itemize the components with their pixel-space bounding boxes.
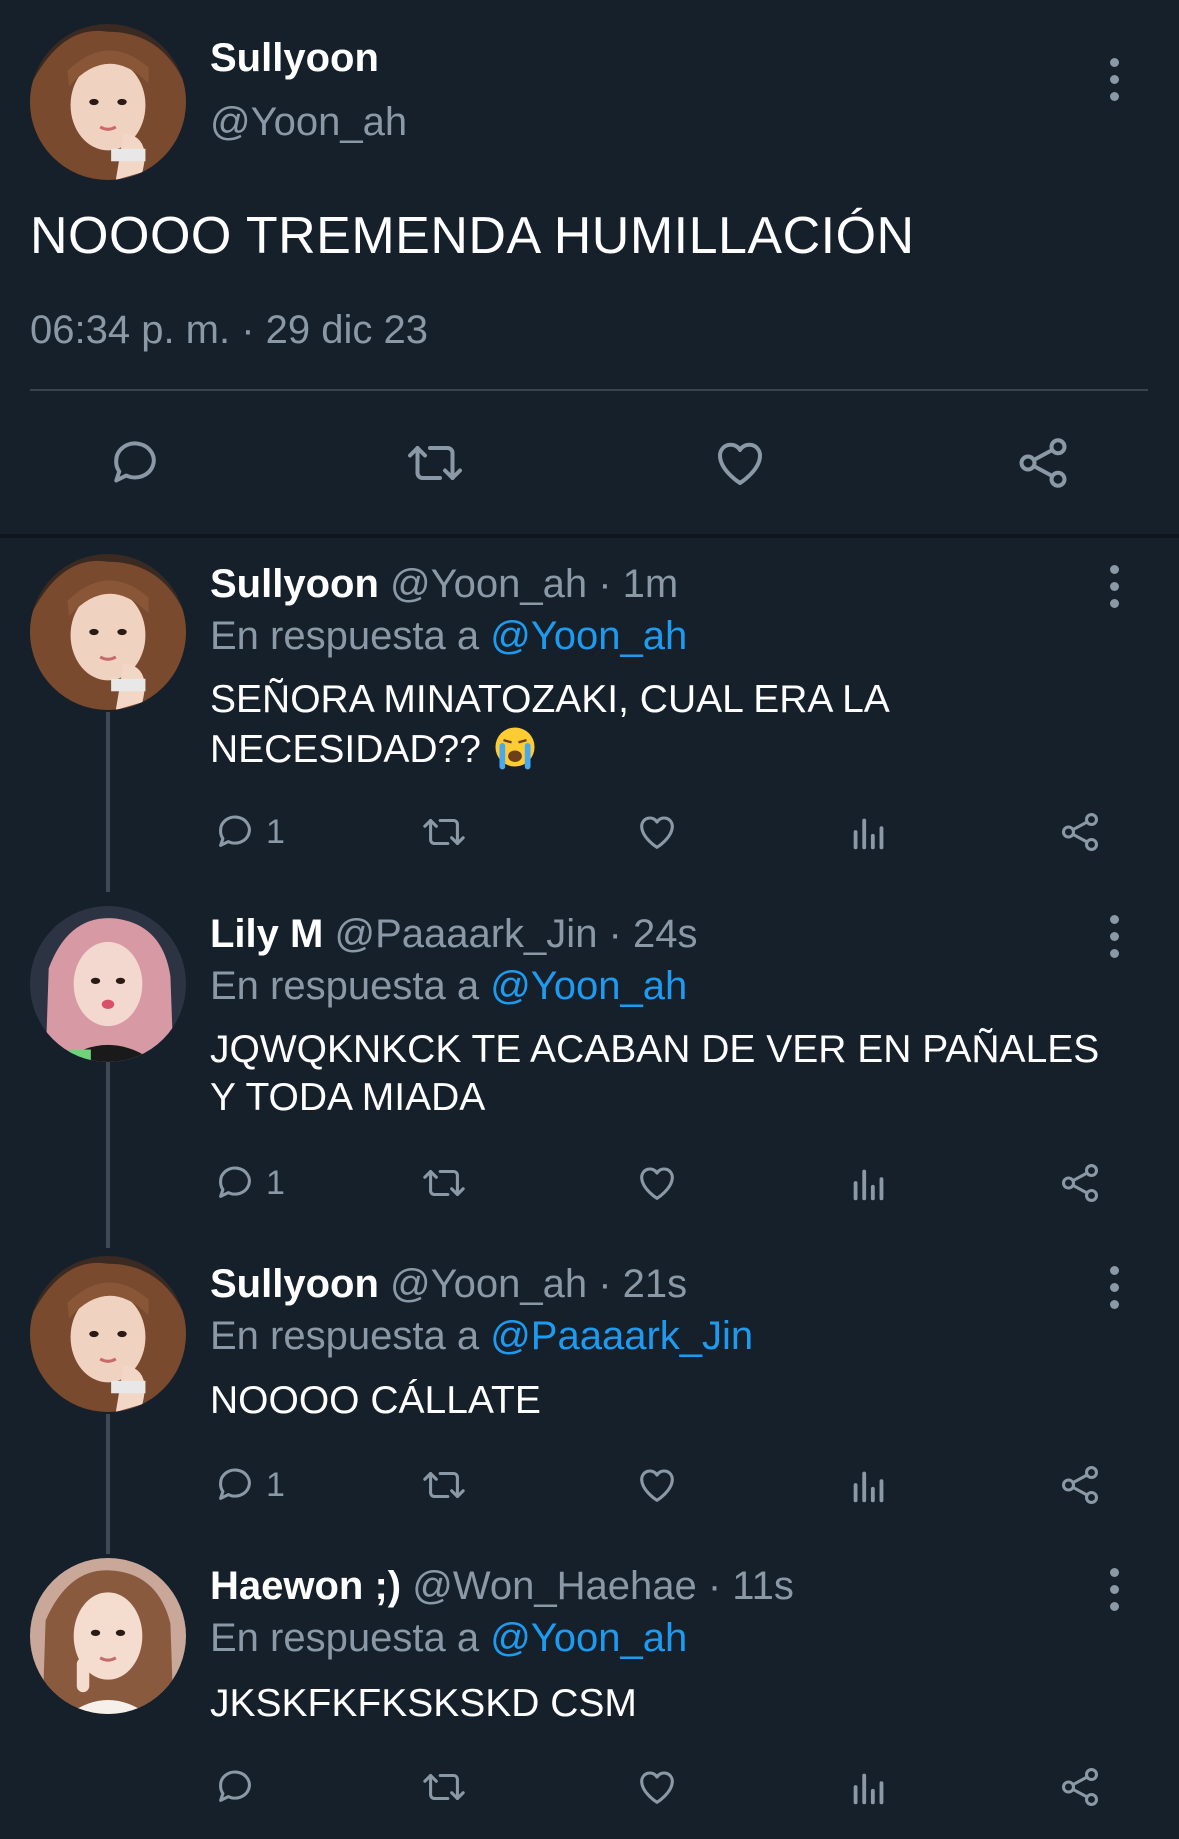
reply-button[interactable]	[212, 1762, 266, 1812]
tweet-text: SEÑORA MINATOZAKI, CUAL ERA LA NECESIDAD…	[210, 676, 1110, 774]
text-line: NOOOO CÁLLATE	[210, 1379, 541, 1422]
share-button[interactable]	[1057, 1460, 1103, 1510]
thread-line	[106, 1414, 110, 1554]
retweet-button[interactable]	[421, 1762, 467, 1812]
author-name[interactable]: Sullyoon	[210, 36, 379, 81]
stats-icon[interactable]	[846, 1460, 892, 1510]
tweet-timestamp: 06:34 p. m. · 29 dic 23	[30, 308, 429, 352]
author-handle[interactable]: @Yoon_ah	[210, 100, 407, 145]
author-name[interactable]: Sullyoon	[210, 1262, 379, 1306]
tweet-text: NOOOO CÁLLATE	[210, 1377, 1110, 1425]
text-line: JQWQKNKCK TE ACABAN DE VER EN PAÑALES	[210, 1028, 1100, 1071]
more-options-icon[interactable]	[1108, 915, 1120, 959]
author-handle[interactable]: @Yoon_ah · 1m	[390, 562, 678, 606]
mention-link[interactable]: @Yoon_ah	[490, 964, 687, 1008]
reply-prefix: En respuesta a	[210, 1616, 480, 1660]
more-options-icon[interactable]	[1108, 1568, 1120, 1612]
mention-link[interactable]: @Paaaark_Jin	[490, 1314, 753, 1358]
crying-face-icon	[495, 727, 535, 770]
reply-count: 1	[266, 1163, 285, 1202]
divider	[30, 389, 1148, 391]
text-line: Y TODA MIADA	[210, 1076, 486, 1119]
stats-icon[interactable]	[846, 1762, 892, 1812]
author-handle[interactable]: @Won_Haehae · 11s	[412, 1564, 794, 1608]
text-line: NECESIDAD??	[210, 728, 481, 771]
author-name[interactable]: Haewon ;)	[210, 1564, 401, 1608]
reply-count: 1	[266, 1465, 285, 1504]
mention-link[interactable]: @Yoon_ah	[490, 1616, 687, 1660]
tweet-text: NOOOO TREMENDA HUMILLACIÓN	[30, 207, 915, 265]
share-button[interactable]	[1057, 1762, 1103, 1812]
retweet-button[interactable]	[421, 807, 467, 857]
more-options-icon[interactable]	[1108, 565, 1120, 609]
reply-prefix: En respuesta a	[210, 964, 480, 1008]
tweet-text: JQWQKNKCK TE ACABAN DE VER EN PAÑALES Y …	[210, 1026, 1110, 1122]
share-button[interactable]	[1057, 807, 1103, 857]
author-name[interactable]: Lily M	[210, 912, 323, 956]
reply-icon[interactable]	[105, 433, 165, 493]
retweet-button[interactable]	[421, 1158, 467, 1208]
mention-link[interactable]: @Yoon_ah	[490, 614, 687, 658]
avatar[interactable]	[30, 906, 186, 1062]
section-separator	[0, 534, 1179, 538]
text-line: SEÑORA MINATOZAKI, CUAL ERA LA	[210, 678, 890, 721]
reply-button[interactable]: 1	[212, 807, 285, 857]
author-handle[interactable]: @Yoon_ah · 21s	[390, 1262, 687, 1306]
like-button[interactable]	[634, 1460, 680, 1510]
like-button[interactable]	[634, 1158, 680, 1208]
more-options-icon[interactable]	[1108, 1266, 1120, 1310]
retweet-button[interactable]	[421, 1460, 467, 1510]
reply-prefix: En respuesta a	[210, 614, 480, 658]
stats-icon[interactable]	[846, 807, 892, 857]
text-line: JKSKFKFKSKSKD CSM	[210, 1682, 637, 1725]
stats-icon[interactable]	[846, 1158, 892, 1208]
author-name[interactable]: Sullyoon	[210, 562, 379, 606]
retweet-icon[interactable]	[405, 433, 465, 493]
reply-button[interactable]: 1	[212, 1158, 285, 1208]
avatar[interactable]	[30, 1256, 186, 1412]
reply-button[interactable]: 1	[212, 1460, 285, 1510]
share-button[interactable]	[1057, 1158, 1103, 1208]
thread-line	[106, 1062, 110, 1248]
tweet-text: JKSKFKFKSKSKD CSM	[210, 1680, 1110, 1728]
avatar[interactable]	[30, 1558, 186, 1714]
author-handle[interactable]: @Paaaark_Jin · 24s	[334, 912, 697, 956]
thread-line	[106, 712, 110, 892]
avatar[interactable]	[30, 24, 186, 180]
reply-prefix: En respuesta a	[210, 1314, 480, 1358]
reply-count: 1	[266, 812, 285, 851]
share-icon[interactable]	[1013, 433, 1073, 493]
more-options-icon[interactable]	[1108, 58, 1120, 102]
like-icon[interactable]	[710, 433, 770, 493]
like-button[interactable]	[634, 1762, 680, 1812]
avatar[interactable]	[30, 554, 186, 710]
like-button[interactable]	[634, 807, 680, 857]
